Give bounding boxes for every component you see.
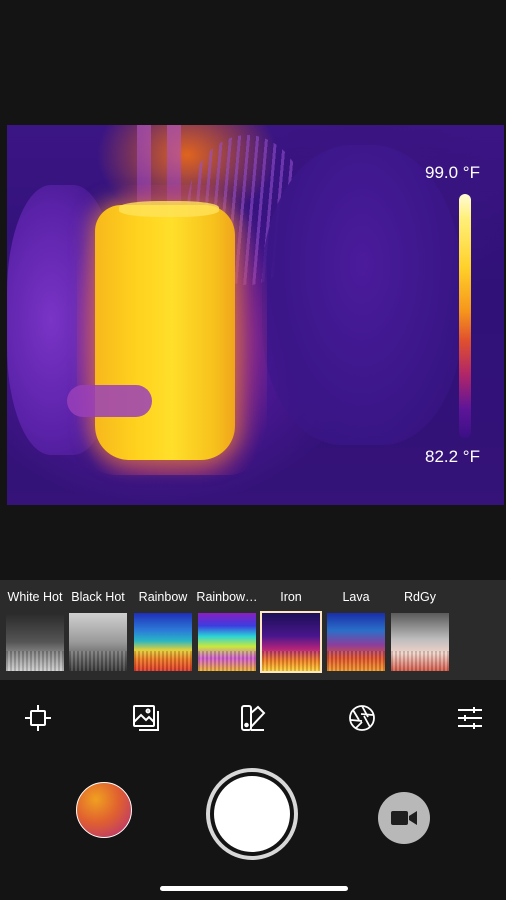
palette-rainbow[interactable]: Rainbow [131, 580, 195, 676]
palette-thumbnail[interactable] [391, 613, 449, 671]
hot-bottle-shape [95, 205, 235, 460]
min-temperature-label: 82.2 °F [425, 447, 480, 466]
aperture-icon[interactable] [342, 698, 382, 738]
palette-label: Lava [342, 590, 370, 604]
palette-label: Iron [280, 590, 302, 604]
palette-thumbnail[interactable] [134, 613, 192, 671]
video-mode-button[interactable] [378, 792, 430, 844]
palette-iron[interactable]: Iron [259, 580, 323, 676]
crosshair-icon[interactable] [18, 698, 58, 738]
settings-sliders-icon[interactable] [450, 698, 490, 738]
bottle-cap-shape [119, 201, 219, 217]
palette-thumbnail[interactable] [69, 613, 127, 671]
temperature-scale-bar [459, 194, 471, 438]
thermal-view[interactable]: 99.0 °F 82.2 °F [7, 125, 504, 505]
palette-label: RdGy [404, 590, 436, 604]
top-bar [0, 0, 506, 125]
tool-row [0, 680, 506, 758]
palette-rainbow-hc[interactable]: Rainbow… [195, 580, 259, 676]
palette-label: Rainbow [138, 590, 188, 604]
palette-label: Black Hot [71, 590, 125, 604]
last-capture-thumbnail[interactable] [76, 782, 132, 838]
gallery-icon[interactable] [126, 698, 166, 738]
palette-white-hot[interactable]: White Hot [3, 580, 67, 676]
palette-thumbnail[interactable] [198, 613, 256, 671]
palette-label: Rainbow… [196, 590, 258, 604]
person-head-shape [262, 145, 462, 445]
shutter-button[interactable] [206, 768, 298, 860]
palette-label: White Hot [7, 590, 63, 604]
max-temperature-label: 99.0 °F [425, 163, 480, 182]
capture-controls [0, 758, 506, 900]
palette-thumbnail[interactable] [6, 613, 64, 671]
palette-black-hot[interactable]: Black Hot [66, 580, 130, 676]
finger-shape [67, 385, 152, 417]
palette-thumbnail-selected[interactable] [260, 611, 322, 673]
video-camera-icon [391, 811, 417, 825]
home-indicator[interactable] [160, 886, 348, 891]
palette-lava[interactable]: Lava [324, 580, 388, 676]
palette-icon[interactable] [233, 698, 273, 738]
palette-strip: White Hot Black Hot Rainbow Rainbow… Iro… [0, 580, 506, 680]
shutter-button-inner[interactable] [214, 776, 290, 852]
thermal-camera-screen: 99.0 °F 82.2 °F White Hot Black Hot Rain… [0, 0, 506, 900]
palette-thumbnail[interactable] [327, 613, 385, 671]
palette-rdgy[interactable]: RdGy [388, 580, 452, 676]
